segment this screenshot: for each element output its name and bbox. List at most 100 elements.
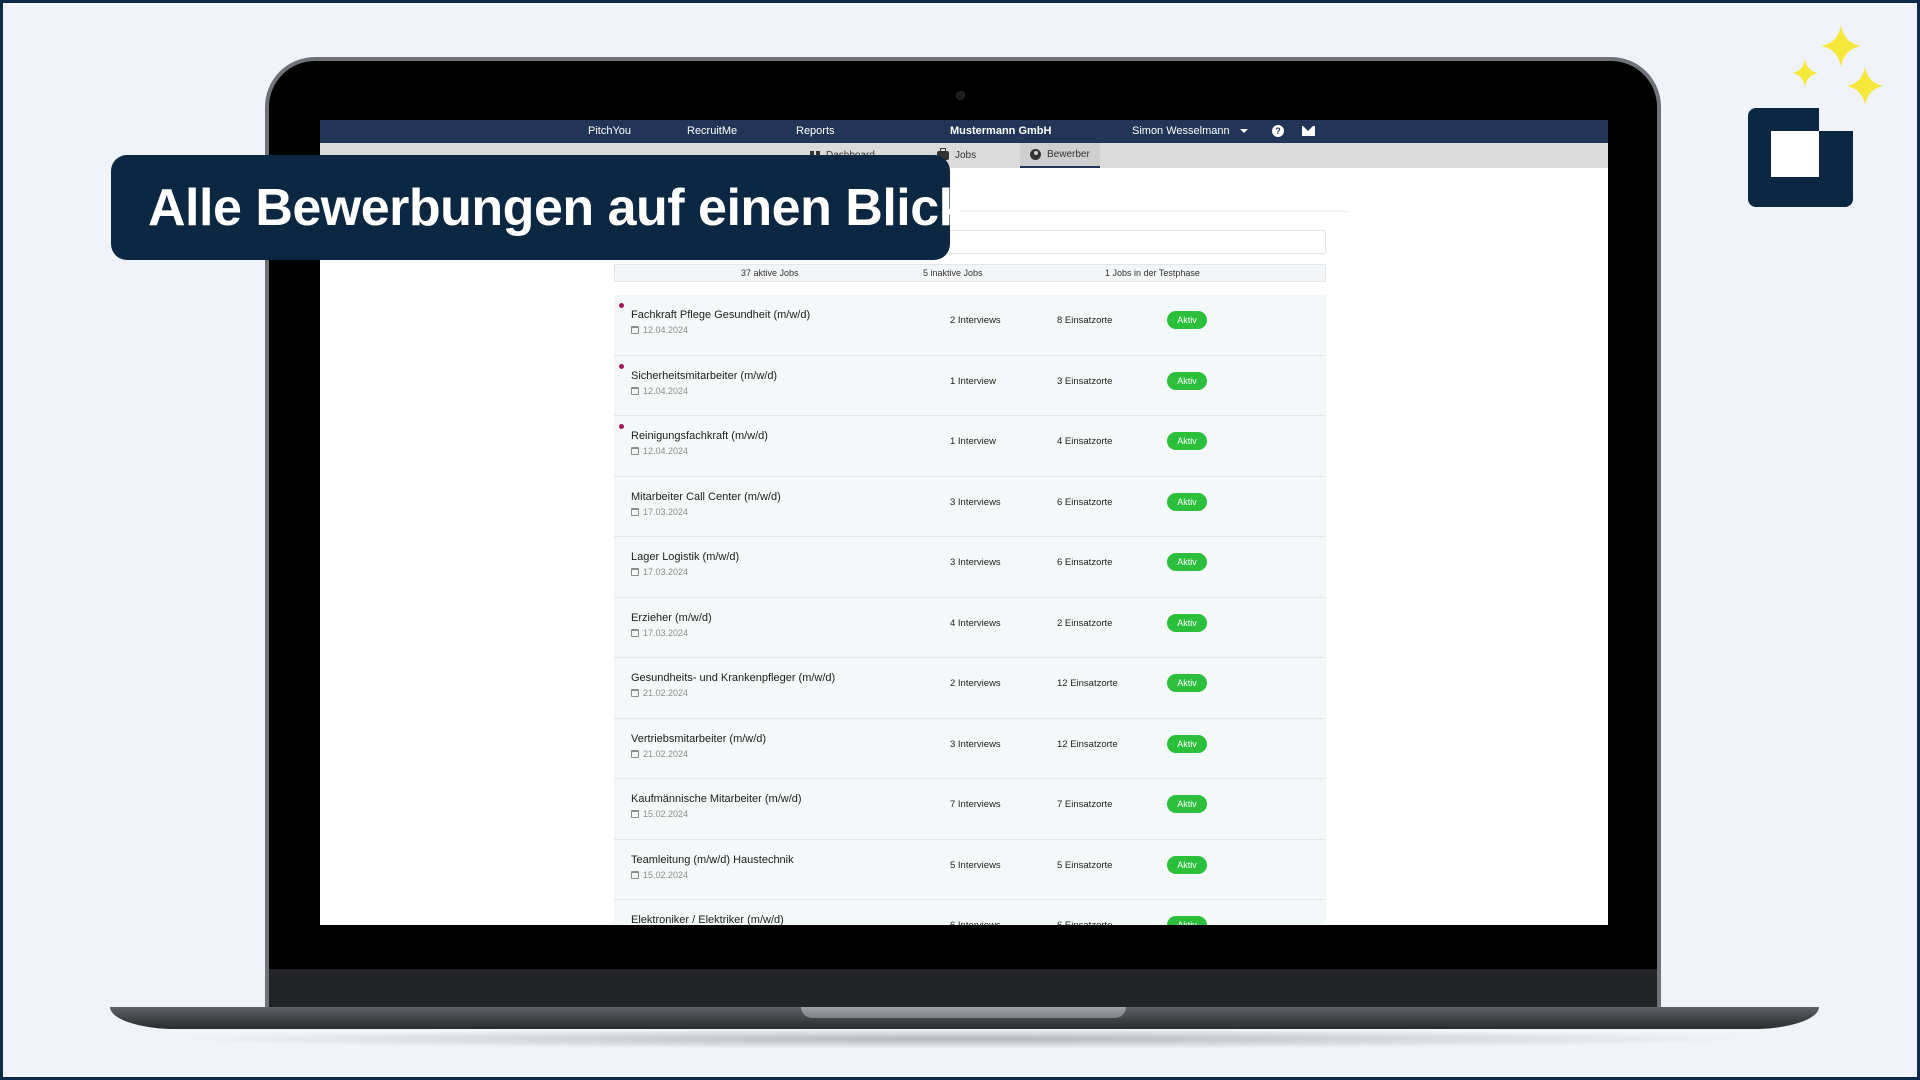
nav-item-reports[interactable]: Reports — [796, 125, 835, 137]
laptop-bezel-bottom — [269, 969, 1657, 1008]
job-interviews[interactable]: 1 Interview — [950, 436, 996, 447]
job-interviews[interactable]: 2 Interviews — [950, 315, 1001, 326]
job-locations[interactable]: 12 Einsatzorte — [1057, 678, 1118, 689]
new-indicator-dot — [619, 424, 624, 429]
job-date: 21.02.2024 — [631, 688, 688, 698]
nav-item-recruitme[interactable]: RecruitMe — [687, 125, 737, 137]
tab-label: Jobs — [955, 150, 977, 161]
job-locations[interactable]: 4 Einsatzorte — [1057, 436, 1112, 447]
job-date-text: 17.03.2024 — [643, 627, 689, 638]
calendar-icon — [631, 810, 639, 818]
job-row[interactable]: Erzieher (m/w/d) 17.03.2024 4 Interviews 2 … — [614, 597, 1326, 658]
calendar-icon — [631, 628, 639, 637]
logo-inner — [1771, 131, 1819, 177]
calendar-icon — [631, 568, 639, 576]
job-row[interactable]: Vertriebsmitarbeiter (m/w/d) 21.02.2024 3 … — [614, 718, 1326, 779]
job-date-text: 12.04.2024 — [643, 446, 689, 456]
user-name: Simon Wesselmann — [1132, 125, 1230, 137]
job-interviews[interactable]: 1 Interview — [950, 376, 996, 387]
job-interviews[interactable]: 3 Interviews — [950, 557, 1001, 568]
job-title[interactable]: Vertriebsmitarbeiter (m/w/d) — [631, 733, 766, 745]
job-interviews[interactable]: 6 Interviews — [950, 920, 1001, 925]
tab-bewerber[interactable]: Bewerber — [1020, 143, 1100, 168]
calendar-icon — [631, 326, 639, 334]
status-badge[interactable]: Aktiv — [1167, 674, 1207, 692]
status-badge[interactable]: Aktiv — [1167, 371, 1207, 390]
job-row[interactable]: Elektroniker / Elektriker (m/w/d) 6 Inter… — [614, 900, 1326, 925]
chevron-down-icon — [1239, 129, 1248, 134]
job-date: 21.02.2024 — [631, 749, 688, 759]
status-badge[interactable]: Aktiv — [1167, 553, 1207, 571]
stat-inactive-jobs[interactable]: 5 inaktive Jobs — [923, 268, 983, 278]
job-date: 17.03.2024 — [631, 567, 688, 577]
job-date: 12.04.2024 — [631, 325, 688, 335]
job-list: Fachkraft Pflege Gesundheit (m/w/d) 12.04… — [614, 295, 1326, 925]
job-row[interactable]: Sicherheitsmitarbeiter (m/w/d) 12.04.2024… — [614, 355, 1326, 416]
new-indicator-dot — [619, 303, 624, 308]
status-badge[interactable]: Aktiv — [1167, 734, 1207, 753]
laptop-notch — [801, 1007, 1126, 1018]
job-date-text: 17.03.2024 — [643, 506, 689, 517]
job-title[interactable]: Lager Logistik (m/w/d) — [631, 551, 739, 563]
job-row[interactable]: Kaufmännische Mitarbeiter (m/w/d) 15.02.2… — [614, 779, 1326, 840]
job-title[interactable]: Kaufmännische Mitarbeiter (m/w/d) — [631, 793, 802, 805]
job-interviews[interactable]: 5 Interviews — [950, 860, 1001, 871]
job-row[interactable]: Teamleitung (m/w/d) Haustechnik 15.02.202… — [614, 839, 1326, 900]
company-name: Mustermann GmbH — [950, 125, 1052, 137]
calendar-icon — [631, 689, 639, 697]
job-locations[interactable]: 3 Einsatzorte — [1057, 376, 1112, 387]
tab-label: Bewerber — [1047, 149, 1090, 160]
job-locations[interactable]: 5 Einsatzorte — [1057, 860, 1112, 871]
job-title[interactable]: Reinigungsfachkraft (m/w/d) — [631, 430, 768, 442]
job-row[interactable]: Fachkraft Pflege Gesundheit (m/w/d) 12.04… — [614, 295, 1326, 356]
user-circle-icon — [1030, 149, 1041, 160]
job-locations[interactable]: 6 Einsatzorte — [1057, 557, 1112, 568]
status-badge[interactable]: Aktiv — [1167, 613, 1207, 632]
job-interviews[interactable]: 7 Interviews — [950, 799, 1001, 810]
job-interviews[interactable]: 4 Interviews — [950, 618, 1001, 629]
status-badge[interactable]: Aktiv — [1167, 492, 1207, 511]
job-title[interactable]: Gesundheits- und Krankenpfleger (m/w/d) — [631, 672, 835, 684]
calendar-icon — [631, 749, 639, 758]
status-badge[interactable]: Aktiv — [1167, 916, 1207, 925]
nav-item-pitchyou[interactable]: PitchYou — [588, 125, 631, 137]
job-interviews[interactable]: 3 Interviews — [950, 739, 1001, 750]
job-row[interactable]: Reinigungsfachkraft (m/w/d) 12.04.2024 1 I… — [614, 416, 1326, 477]
job-locations[interactable]: 6 Einsatzorte — [1057, 497, 1112, 508]
status-badge[interactable]: Aktiv — [1167, 855, 1207, 874]
job-title[interactable]: Teamleitung (m/w/d) Haustechnik — [631, 854, 794, 866]
job-row[interactable]: Gesundheits- und Krankenpfleger (m/w/d) 2… — [614, 658, 1326, 719]
job-locations[interactable]: 8 Einsatzorte — [1057, 315, 1112, 326]
job-title[interactable]: Mitarbeiter Call Center (m/w/d) — [631, 491, 781, 503]
mail-button[interactable] — [1301, 124, 1315, 138]
status-badge[interactable]: Aktiv — [1167, 795, 1207, 813]
help-button[interactable]: ? — [1271, 124, 1285, 138]
job-row[interactable]: Mitarbeiter Call Center (m/w/d) 17.03.202… — [614, 476, 1326, 537]
sparkle-stars-icon — [1792, 25, 1883, 105]
job-stats-bar: 37 aktive Jobs 5 inaktive Jobs 1 Jobs in… — [614, 264, 1326, 282]
stat-active-jobs[interactable]: 37 aktive Jobs — [741, 268, 799, 278]
job-locations[interactable]: 6 Einsatzorte — [1057, 920, 1112, 925]
job-title[interactable]: Fachkraft Pflege Gesundheit (m/w/d) — [631, 309, 810, 321]
job-row[interactable]: Lager Logistik (m/w/d) 17.03.2024 3 Interv… — [614, 537, 1326, 598]
job-date-text: 21.02.2024 — [643, 688, 689, 698]
job-title[interactable]: Erzieher (m/w/d) — [631, 612, 712, 624]
status-badge[interactable]: Aktiv — [1167, 311, 1207, 329]
job-date-text: 17.03.2024 — [643, 567, 689, 577]
question-circle-icon: ? — [1272, 125, 1284, 137]
job-title[interactable]: Sicherheitsmitarbeiter (m/w/d) — [631, 370, 777, 382]
job-locations[interactable]: 12 Einsatzorte — [1057, 739, 1118, 750]
job-interviews[interactable]: 2 Interviews — [950, 678, 1001, 689]
job-date: 15.02.2024 — [631, 870, 688, 880]
job-locations[interactable]: 7 Einsatzorte — [1057, 799, 1112, 810]
job-date-text: 12.04.2024 — [643, 385, 689, 396]
status-badge[interactable]: Aktiv — [1167, 432, 1207, 450]
job-interviews[interactable]: 3 Interviews — [950, 497, 1001, 508]
calendar-icon — [631, 870, 639, 879]
job-locations[interactable]: 2 Einsatzorte — [1057, 618, 1112, 629]
job-title[interactable]: Elektroniker / Elektriker (m/w/d) — [631, 914, 784, 925]
stat-testphase-jobs[interactable]: 1 Jobs in der Testphase — [1105, 268, 1200, 278]
job-date-text: 15.02.2024 — [643, 809, 689, 819]
job-date: 15.02.2024 — [631, 809, 688, 819]
user-menu[interactable]: Simon Wesselmann — [1132, 125, 1248, 137]
